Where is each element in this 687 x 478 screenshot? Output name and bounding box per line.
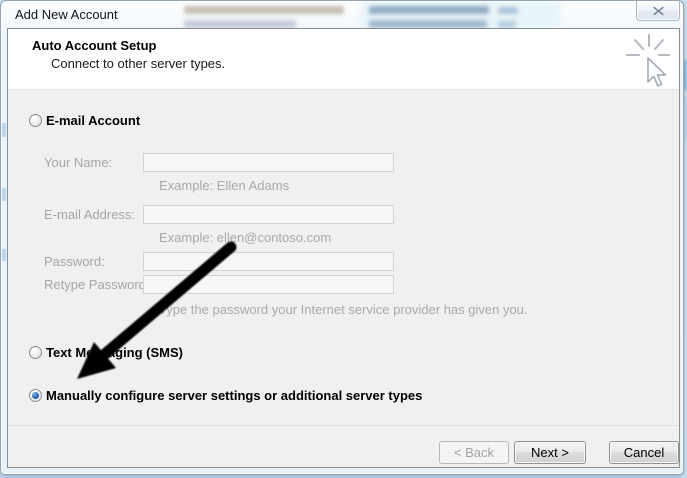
- your-name-example: Example: Ellen Adams: [159, 178, 289, 193]
- cursor-click-icon: [620, 32, 678, 90]
- glass-blur-blob: [369, 20, 487, 28]
- radio-text-messaging-label[interactable]: Text Messaging (SMS): [46, 345, 183, 360]
- close-icon: [653, 6, 664, 16]
- window-title: Add New Account: [15, 7, 118, 22]
- wizard-header: Auto Account Setup Connect to other serv…: [8, 29, 679, 90]
- next-button[interactable]: Next >: [514, 441, 586, 464]
- dialog-client-area: Auto Account Setup Connect to other serv…: [7, 28, 680, 468]
- retype-password-field[interactable]: [143, 275, 394, 294]
- password-field[interactable]: [143, 252, 394, 271]
- glass-edge-highlight: [2, 249, 6, 261]
- radio-email-account[interactable]: [29, 114, 42, 127]
- glass-blur-blob: [498, 21, 516, 28]
- your-name-label: Your Name:: [44, 155, 112, 170]
- radio-manual-configure-label[interactable]: Manually configure server settings or ad…: [46, 388, 422, 403]
- radio-manual-configure[interactable]: [29, 389, 42, 402]
- glass-blur-blob: [369, 6, 489, 14]
- add-new-account-dialog: Add New Account Auto Account Setup Conne…: [0, 0, 684, 475]
- email-address-label: E-mail Address:: [44, 207, 135, 222]
- password-note: Type the password your Internet service …: [159, 302, 528, 317]
- radio-text-messaging[interactable]: [29, 346, 42, 359]
- password-label: Password:: [44, 254, 105, 269]
- back-button[interactable]: < Back: [439, 441, 509, 464]
- radio-email-account-label[interactable]: E-mail Account: [46, 113, 140, 128]
- cancel-button[interactable]: Cancel: [609, 441, 679, 464]
- glass-edge-highlight: [2, 123, 6, 137]
- titlebar[interactable]: Add New Account: [1, 1, 683, 28]
- glass-edge-highlight: [2, 188, 6, 201]
- retype-password-label: Retype Password:: [44, 277, 150, 292]
- your-name-field[interactable]: [143, 153, 394, 172]
- page-subtitle: Connect to other server types.: [51, 56, 225, 71]
- close-button[interactable]: [636, 1, 680, 21]
- email-address-field[interactable]: [143, 205, 394, 224]
- screenshot-root: Add New Account Auto Account Setup Conne…: [0, 0, 687, 478]
- glass-blur-blob: [184, 20, 296, 28]
- glass-blur-blob: [184, 6, 344, 14]
- wizard-footer: < Back Next > Cancel: [8, 425, 679, 467]
- page-title: Auto Account Setup: [32, 38, 156, 53]
- email-address-example: Example: ellen@contoso.com: [159, 230, 331, 245]
- glass-blur-blob: [498, 7, 518, 14]
